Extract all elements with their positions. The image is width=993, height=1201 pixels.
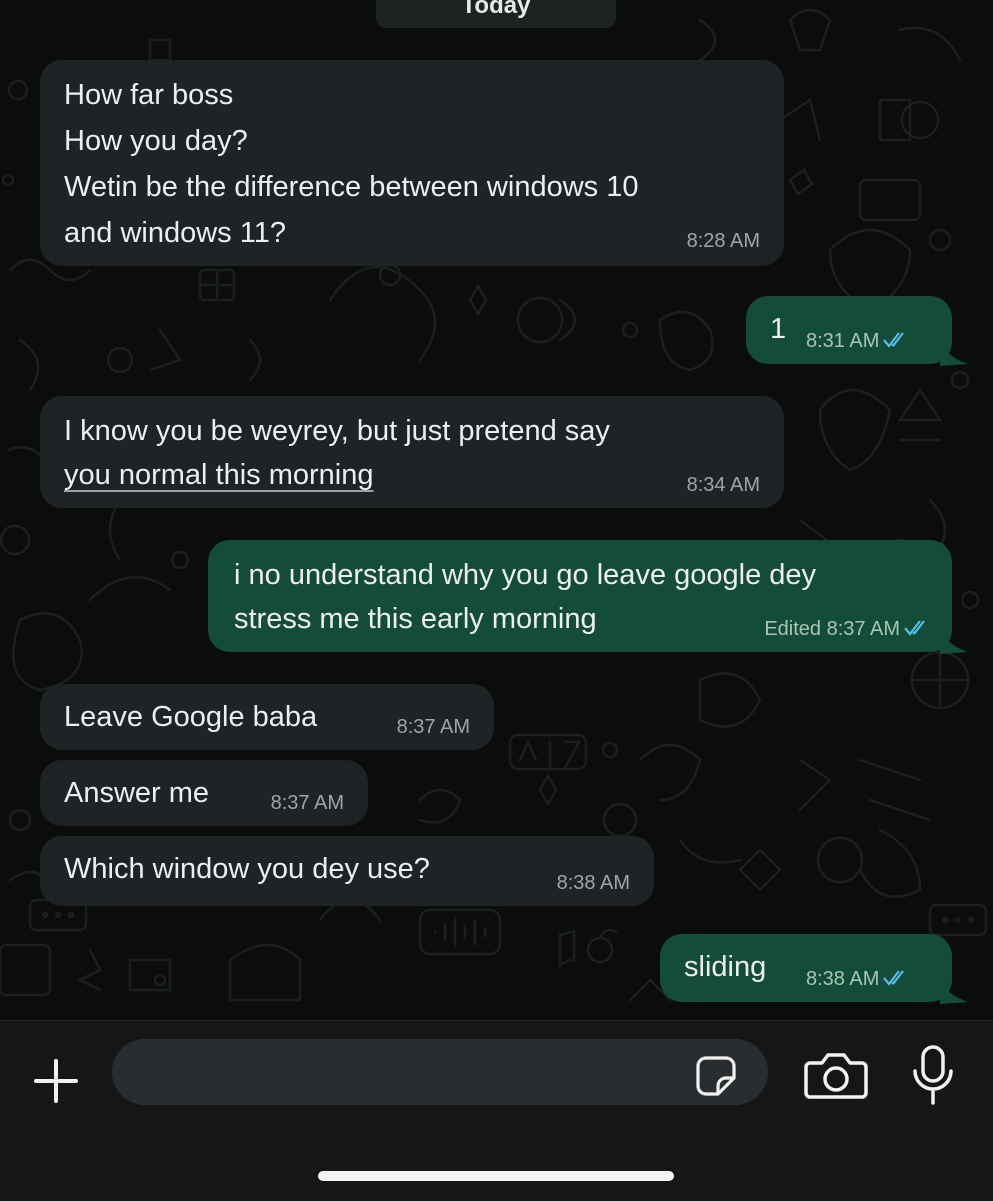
message-input[interactable] [112,1039,768,1105]
message-line: How you day? [64,125,248,157]
message-status: Edited 8:37 AM [764,618,930,640]
incoming-message[interactable]: Answer me 8:37 AM [40,760,368,826]
incoming-message[interactable]: How far boss How you day? Wetin be the d… [40,60,784,266]
message-composer [0,1020,993,1201]
message-line: Wetin be the difference between windows … [64,171,639,203]
message-time: 8:37 AM [396,716,470,738]
incoming-message[interactable]: Leave Google baba 8:37 AM [40,684,494,750]
message-time: 8:37 AM [270,792,344,814]
read-receipt-icon [883,332,905,348]
message-time: 8:37 AM [826,618,900,640]
bubble-tail [940,626,968,654]
camera-icon[interactable] [804,1049,868,1101]
message-time: 8:31 AM [806,330,880,352]
message-text: sliding [684,951,767,983]
outgoing-message[interactable]: i no understand why you go leave google … [208,540,952,652]
message-line: stress me this early morning [234,603,597,635]
chat-area[interactable]: Today How far boss How you day? Wetin be… [0,0,993,1020]
message-text: 1 [770,313,787,345]
message-text: Answer me [64,777,210,809]
message-line: you normal this morning [64,459,374,491]
message-time: 8:28 AM [686,230,760,252]
incoming-message[interactable]: I know you be weyrey, but just pretend s… [40,396,784,508]
message-line: i no understand why you go leave google … [234,559,817,591]
incoming-message[interactable]: Which window you dey use? 8:38 AM [40,836,654,906]
message-time: 8:34 AM [686,474,760,496]
bubble-tail [940,338,968,366]
outgoing-message[interactable]: sliding 8:38 AM [660,934,952,1002]
message-line: I know you be weyrey, but just pretend s… [64,415,610,447]
read-receipt-icon [883,970,905,986]
message-status: 8:38 AM [806,968,909,990]
plus-icon[interactable] [26,1051,86,1111]
message-line: and windows 11? [64,217,286,249]
message-text: Leave Google baba [64,701,318,733]
message-time: 8:38 AM [806,968,880,990]
message-time: 8:38 AM [556,872,630,894]
bubble-tail [940,976,968,1004]
message-text: Which window you dey use? [64,853,430,885]
edited-label: Edited [764,618,822,640]
date-separator: Today [376,0,616,28]
home-indicator [318,1171,674,1181]
message-status: 8:31 AM [806,330,909,352]
microphone-icon[interactable] [910,1043,956,1107]
message-line: How far boss [64,79,234,111]
sticker-icon[interactable] [694,1054,738,1098]
outgoing-message[interactable]: 1 8:31 AM [746,296,952,364]
read-receipt-icon [904,620,925,636]
